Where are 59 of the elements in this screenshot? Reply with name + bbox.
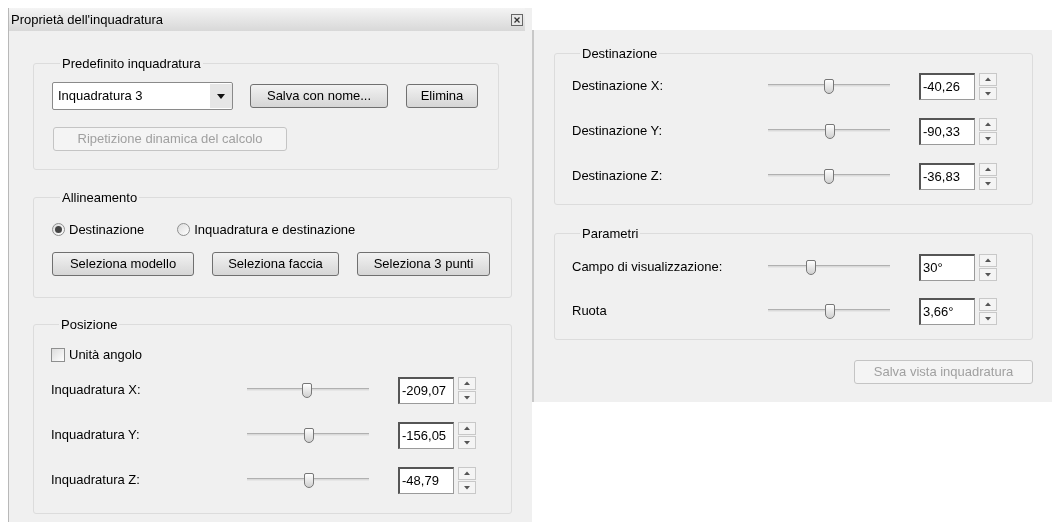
- field-label: Destinazione Z:: [572, 167, 664, 186]
- spin-down-icon[interactable]: [979, 131, 997, 145]
- spin-up-icon[interactable]: [979, 253, 997, 267]
- slider-thumb[interactable]: [301, 382, 312, 398]
- slider-thumb[interactable]: [825, 123, 836, 139]
- spin-up-icon[interactable]: [979, 162, 997, 176]
- radio-option[interactable]: Destinazione: [52, 219, 145, 240]
- field-label: Campo di visualizzazione:: [572, 258, 724, 277]
- field-label: Inquadratura Y:: [51, 426, 141, 445]
- slider-thumb[interactable]: [824, 78, 834, 94]
- slider-thumb[interactable]: [825, 303, 836, 319]
- value-field[interactable]: 3,66°: [919, 297, 975, 325]
- slider-thumb[interactable]: [805, 259, 816, 275]
- group-label: Allineamento: [61, 189, 139, 207]
- spin-down-icon[interactable]: [979, 311, 997, 325]
- checkbox[interactable]: [51, 347, 65, 362]
- spin-down-icon[interactable]: [979, 176, 997, 190]
- delete-button[interactable]: Elimina: [406, 83, 478, 108]
- group-label: Posizione: [60, 316, 119, 334]
- spin-down-icon[interactable]: [458, 435, 476, 449]
- angle-units-checkbox[interactable]: Unità angolo: [51, 344, 511, 365]
- field-label: Inquadratura Z:: [51, 471, 141, 490]
- spin-up-icon[interactable]: [979, 297, 997, 311]
- field-label: Inquadratura X:: [51, 381, 142, 400]
- select-button[interactable]: Seleziona 3 punti: [357, 251, 490, 276]
- field-label: Ruota: [572, 302, 608, 321]
- radio-option[interactable]: Inquadratura e destinazione: [177, 219, 356, 240]
- select-button[interactable]: Seleziona modello: [52, 251, 194, 276]
- value-field[interactable]: -48,79: [398, 466, 454, 494]
- spin-down-icon[interactable]: [979, 267, 997, 281]
- select-button[interactable]: Seleziona faccia: [212, 251, 339, 276]
- group-label: Destinazione: [581, 45, 659, 63]
- value-field[interactable]: -209,07: [398, 376, 454, 404]
- save-as-button[interactable]: Salva con nome...: [250, 83, 388, 108]
- field-label: Destinazione X:: [572, 77, 665, 96]
- spin-down-icon[interactable]: [979, 86, 997, 100]
- spin-up-icon[interactable]: [458, 421, 476, 435]
- spin-up-icon[interactable]: [979, 117, 997, 131]
- value-field[interactable]: -156,05: [398, 421, 454, 449]
- spin-down-icon[interactable]: [458, 480, 476, 494]
- spin-up-icon[interactable]: [979, 72, 997, 86]
- slider-thumb[interactable]: [824, 168, 834, 184]
- field-label: Destinazione Y:: [572, 122, 664, 141]
- spin-up-icon[interactable]: [458, 466, 476, 480]
- group-label: Parametri: [581, 225, 640, 243]
- group-label: Predefinito inquadratura: [61, 55, 202, 73]
- value-field[interactable]: -90,33: [919, 117, 975, 145]
- slider-thumb[interactable]: [304, 427, 315, 443]
- spin-up-icon[interactable]: [458, 376, 476, 390]
- value-field[interactable]: 30°: [919, 253, 975, 281]
- value-field[interactable]: -40,26: [919, 72, 975, 100]
- value-field[interactable]: -36,83: [919, 162, 975, 190]
- slider-thumb[interactable]: [304, 472, 315, 488]
- window-title: Proprietà dell'inquadratura: [11, 10, 164, 29]
- spin-down-icon[interactable]: [458, 390, 476, 404]
- close-icon[interactable]: [511, 13, 523, 26]
- preset-dropdown[interactable]: Inquadratura 3: [52, 81, 233, 110]
- radio-button[interactable]: [52, 223, 65, 236]
- radio-button[interactable]: [177, 223, 191, 236]
